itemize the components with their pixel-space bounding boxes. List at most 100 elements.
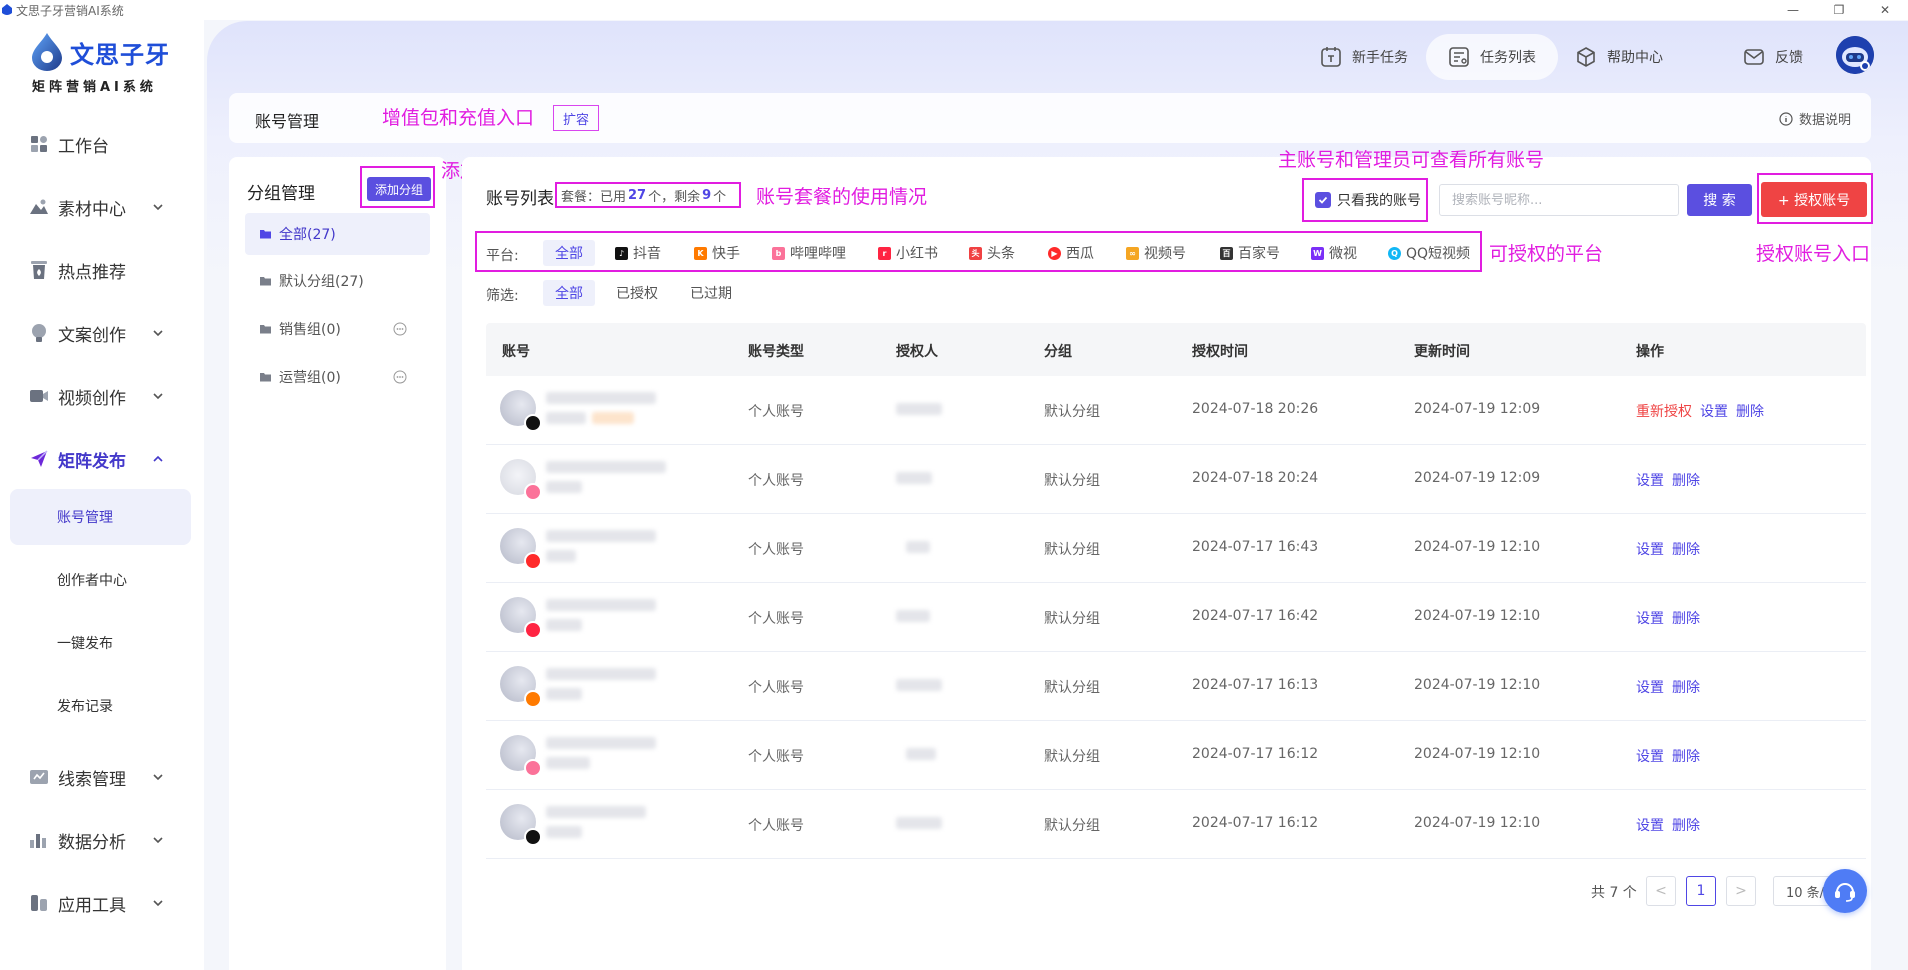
close-button[interactable]: ✕ bbox=[1862, 0, 1908, 20]
bilibili-icon: b bbox=[772, 246, 785, 260]
sidebar-subitem-one-click-publish[interactable]: 一键发布 bbox=[10, 615, 191, 671]
material-icon bbox=[28, 196, 50, 218]
task-list-button[interactable]: 任务列表 bbox=[1426, 34, 1558, 80]
column-header: 操作 bbox=[1636, 344, 1664, 360]
platform-chip-baijiahao[interactable]: 百百家号 bbox=[1220, 240, 1280, 266]
sidebar-subitem-account-management[interactable]: 账号管理 bbox=[10, 489, 191, 545]
xiaohongshu-icon: r bbox=[878, 246, 891, 260]
table-row: 个人账号 默认分组 2024-07-17 16:43 2024-07-19 12… bbox=[486, 514, 1866, 583]
column-header: 更新时间 bbox=[1414, 344, 1470, 360]
delete-link[interactable]: 删除 bbox=[1672, 470, 1700, 490]
settings-link[interactable]: 设置 bbox=[1636, 677, 1664, 697]
search-input[interactable] bbox=[1439, 184, 1679, 216]
more-options-icon[interactable] bbox=[393, 322, 407, 336]
platform-chip-toutiao[interactable]: 头头条 bbox=[969, 240, 1015, 266]
group-item-default[interactable]: 默认分组(27) bbox=[245, 260, 430, 302]
user-avatar[interactable] bbox=[1836, 36, 1874, 74]
account-cell[interactable] bbox=[500, 390, 656, 432]
account-cell[interactable] bbox=[500, 597, 656, 639]
delete-link[interactable]: 删除 bbox=[1672, 608, 1700, 628]
sidebar-item-label: 素材中心 bbox=[58, 199, 126, 220]
sidebar-subitem-publish-records[interactable]: 发布记录 bbox=[10, 678, 191, 734]
update-time: 2024-07-19 12:10 bbox=[1414, 608, 1541, 624]
sidebar-item-copywriting[interactable]: 文案创作 bbox=[0, 309, 204, 357]
settings-link[interactable]: 设置 bbox=[1636, 746, 1664, 766]
settings-link[interactable]: 设置 bbox=[1636, 539, 1664, 559]
account-cell[interactable] bbox=[500, 666, 656, 708]
settings-link[interactable]: 设置 bbox=[1636, 815, 1664, 835]
expand-capacity-button[interactable]: 扩容 bbox=[553, 105, 599, 131]
feedback-label: 反馈 bbox=[1775, 50, 1803, 66]
brand-name: 文思子牙 bbox=[70, 40, 170, 69]
video-icon bbox=[28, 385, 50, 407]
delete-link[interactable]: 删除 bbox=[1736, 401, 1764, 421]
help-center-button[interactable]: 帮助中心 bbox=[1575, 34, 1663, 80]
brand-drop-icon bbox=[32, 33, 62, 71]
filter-chip-authorized[interactable]: 已授权 bbox=[616, 280, 658, 306]
next-page-button[interactable]: > bbox=[1726, 876, 1756, 906]
column-header: 账号类型 bbox=[748, 344, 804, 360]
search-button[interactable]: 搜 索 bbox=[1687, 184, 1752, 216]
accounts-title: 账号列表 bbox=[486, 189, 554, 209]
page-number-button[interactable]: 1 bbox=[1686, 876, 1716, 906]
sidebar-item-leads[interactable]: 线索管理 bbox=[0, 753, 204, 801]
reauthorize-link[interactable]: 重新授权 bbox=[1636, 401, 1692, 421]
account-cell[interactable] bbox=[500, 804, 650, 846]
group-panel-title: 分组管理 bbox=[247, 184, 315, 204]
platform-chip-qq-video[interactable]: Q QQ短视频 bbox=[1388, 240, 1470, 266]
platform-chip-bilibili[interactable]: b 哔哩哔哩 bbox=[772, 240, 846, 266]
sidebar-item-matrix-publish[interactable]: 矩阵发布 bbox=[0, 435, 204, 483]
quota-used: 27 bbox=[628, 187, 647, 203]
platform-chip-kuaishou[interactable]: K 快手 bbox=[694, 240, 740, 266]
sidebar-item-workbench[interactable]: 工作台 bbox=[0, 120, 204, 168]
restore-button[interactable]: ❐ bbox=[1816, 0, 1862, 20]
sidebar-subitem-creator-center[interactable]: 创作者中心 bbox=[10, 552, 191, 608]
new-task-button[interactable]: 新手任务 bbox=[1320, 34, 1408, 80]
folder-open-icon bbox=[260, 230, 271, 239]
group-item-all[interactable]: 全部(27) bbox=[245, 213, 430, 255]
account-cell[interactable] bbox=[500, 528, 656, 570]
platform-chip-weishi[interactable]: W 微视 bbox=[1311, 240, 1357, 266]
delete-link[interactable]: 删除 bbox=[1672, 746, 1700, 766]
sidebar-item-tools[interactable]: 应用工具 bbox=[0, 879, 204, 927]
platform-chip-xigua[interactable]: ▶ 西瓜 bbox=[1048, 240, 1094, 266]
update-time: 2024-07-19 12:10 bbox=[1414, 815, 1541, 831]
feedback-button[interactable]: 反馈 bbox=[1743, 34, 1803, 80]
platform-chip-all[interactable]: 全部 bbox=[543, 240, 595, 266]
folder-icon bbox=[260, 325, 271, 334]
kuaishou-icon: K bbox=[694, 246, 707, 260]
filter-chip-expired[interactable]: 已过期 bbox=[690, 280, 732, 306]
data-note-link[interactable]: 数据说明 bbox=[1779, 109, 1851, 128]
sidebar-item-analytics[interactable]: 数据分析 bbox=[0, 816, 204, 864]
platform-chip-xiaohongshu[interactable]: r 小红书 bbox=[878, 240, 938, 266]
auth-time: 2024-07-17 16:12 bbox=[1192, 815, 1319, 831]
chip-label: 哔哩哔哩 bbox=[790, 246, 846, 262]
authorize-account-button[interactable]: + 授权账号 bbox=[1761, 182, 1867, 217]
chevron-down-icon bbox=[153, 204, 163, 211]
update-time: 2024-07-19 12:10 bbox=[1414, 746, 1541, 762]
account-cell[interactable] bbox=[500, 459, 666, 501]
account-cell[interactable] bbox=[500, 735, 656, 777]
quota-suffix: 个 bbox=[713, 189, 727, 205]
account-group: 默认分组 bbox=[1044, 680, 1100, 696]
platform-chip-shipinhao[interactable]: ∞ 视频号 bbox=[1126, 240, 1186, 266]
settings-link[interactable]: 设置 bbox=[1636, 470, 1664, 490]
platform-chip-douyin[interactable]: ♪ 抖音 bbox=[615, 240, 661, 266]
settings-link[interactable]: 设置 bbox=[1636, 608, 1664, 628]
sidebar-item-material[interactable]: 素材中心 bbox=[0, 183, 204, 231]
sidebar-item-hot[interactable]: 热点推荐 bbox=[0, 246, 204, 294]
only-mine-label: 只看我的账号 bbox=[1337, 193, 1421, 209]
sidebar-item-label: 工作台 bbox=[58, 136, 109, 157]
delete-link[interactable]: 删除 bbox=[1672, 539, 1700, 559]
filter-chip-all[interactable]: 全部 bbox=[543, 280, 595, 306]
more-options-icon[interactable] bbox=[393, 370, 407, 384]
settings-link[interactable]: 设置 bbox=[1700, 401, 1728, 421]
minimize-button[interactable]: — bbox=[1770, 0, 1816, 20]
brand-logo[interactable]: 文思子牙 矩阵营销AI系统 bbox=[30, 32, 180, 102]
sidebar-item-video[interactable]: 视频创作 bbox=[0, 372, 204, 420]
delete-link[interactable]: 删除 bbox=[1672, 815, 1700, 835]
prev-page-button[interactable]: < bbox=[1646, 876, 1676, 906]
only-mine-checkbox[interactable]: 只看我的账号 bbox=[1302, 178, 1428, 222]
delete-link[interactable]: 删除 bbox=[1672, 677, 1700, 697]
customer-support-button[interactable] bbox=[1823, 869, 1867, 913]
